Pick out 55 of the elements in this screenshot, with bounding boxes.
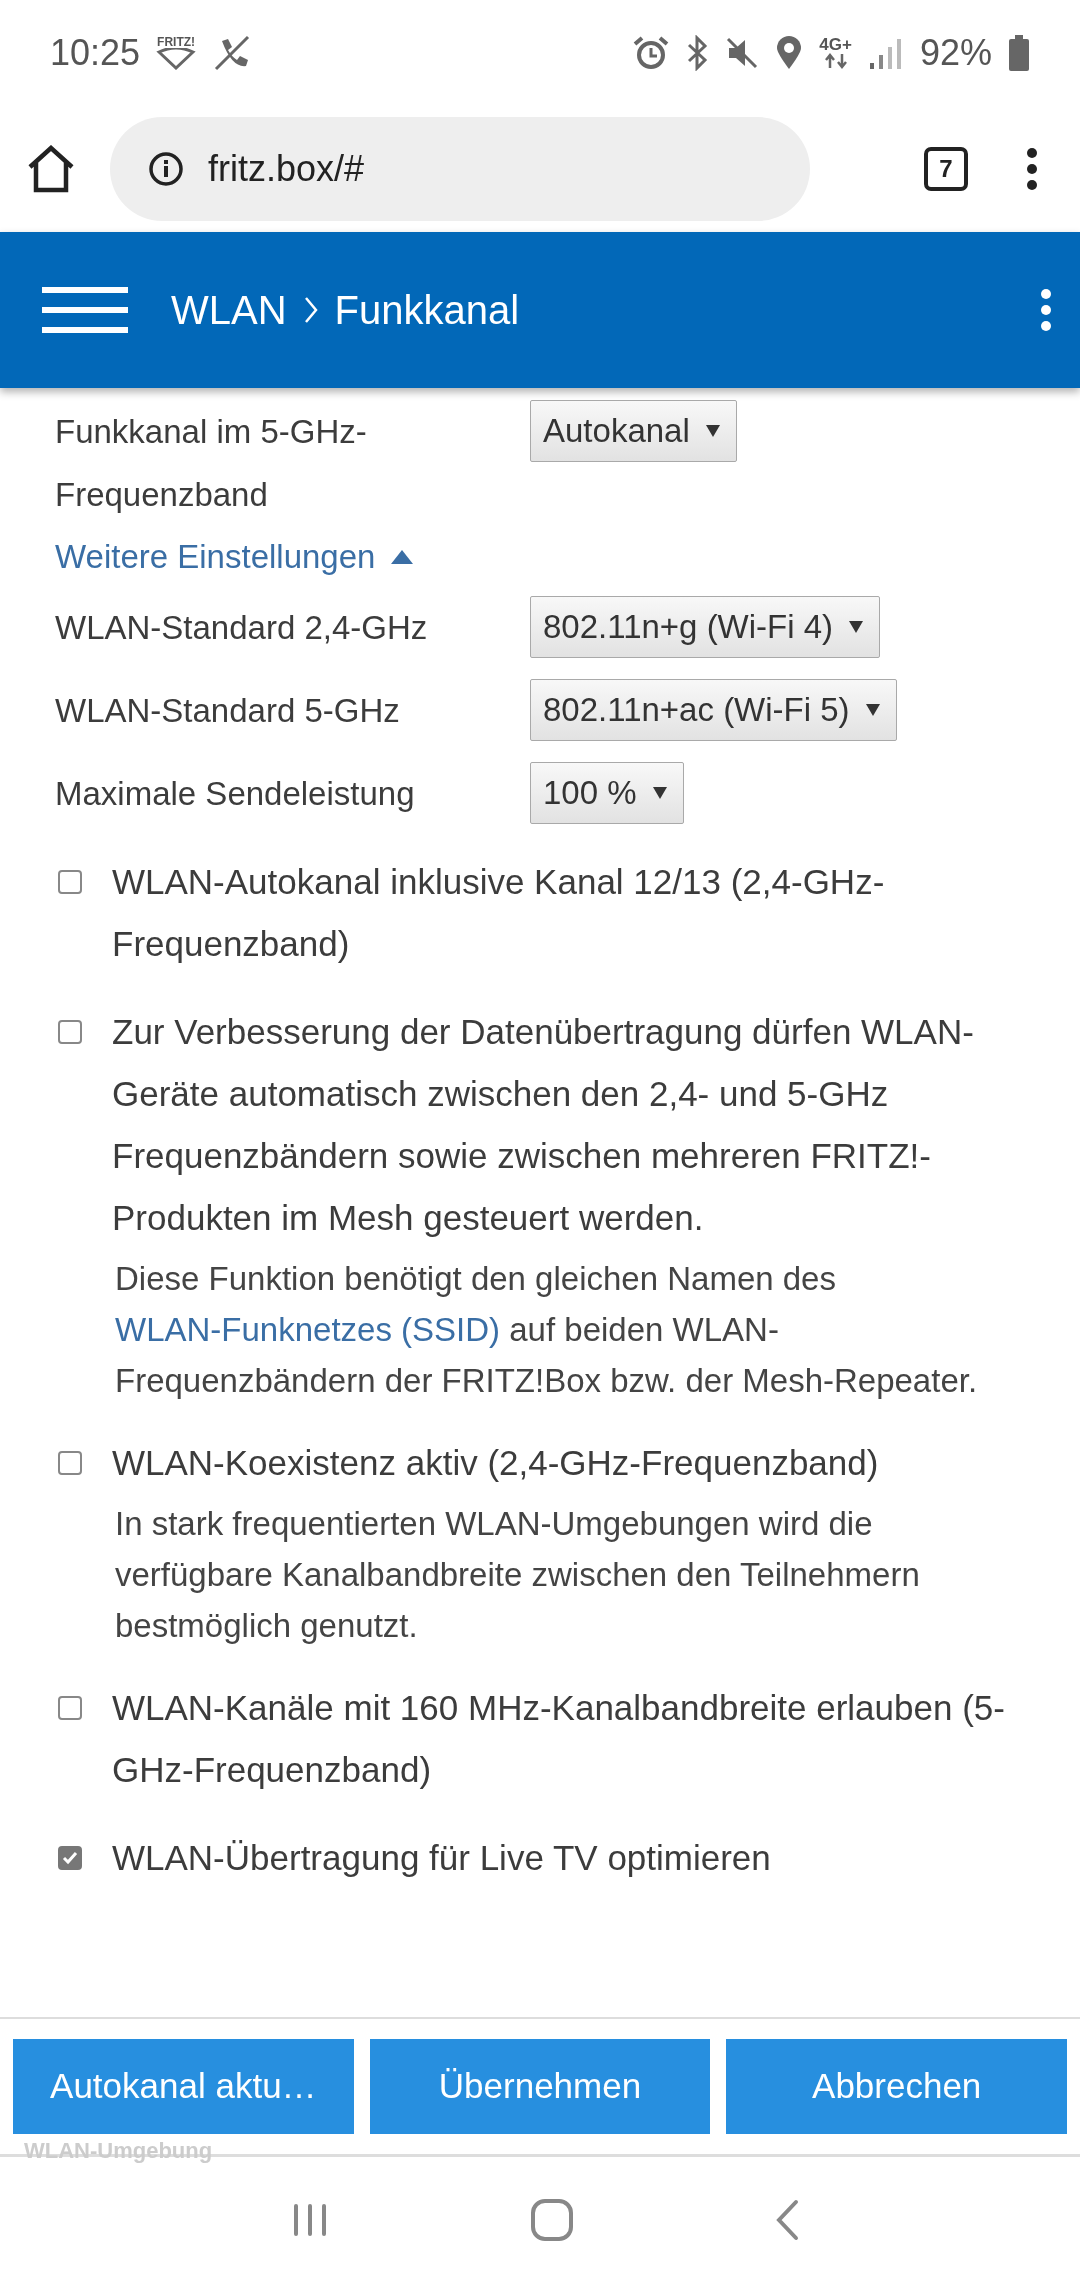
bluetooth-icon <box>685 34 710 71</box>
dropdown-select[interactable]: 802.11n+g (Wi-Fi 4) <box>530 596 881 658</box>
checkbox-label: WLAN-Koexistenz aktiv (2,4-GHz-Frequenzband) <box>112 1442 879 1484</box>
caret-down-icon <box>652 787 667 799</box>
checkbox[interactable] <box>58 1451 82 1475</box>
battery-percent: 92% <box>919 30 992 75</box>
checkmark-icon <box>62 1851 78 1865</box>
checkbox[interactable] <box>58 1696 82 1720</box>
more-options-icon[interactable] <box>1026 146 1038 191</box>
battery-icon <box>1008 34 1030 71</box>
dropdown-value: 802.11n+ac (Wi-Fi 5) <box>543 690 850 731</box>
more-settings-link[interactable]: Weitere Einstellungen <box>55 526 376 588</box>
field-label: WLAN-Standard 5-GHz <box>55 691 401 731</box>
checkbox[interactable] <box>58 870 82 894</box>
home-icon[interactable] <box>26 144 76 193</box>
back-icon[interactable] <box>774 2198 800 2242</box>
option-description: In stark frequentierten WLAN-Umgebungen wird die verfügbare Kanalbandbreite zwischen den Teilnehmern bestmöglich genutzt. <box>115 1504 921 1646</box>
tab-count-button[interactable]: 7 <box>924 146 968 191</box>
checkbox[interactable] <box>58 1020 82 1044</box>
caret-down-icon <box>865 704 880 716</box>
wifi-icon <box>156 47 197 70</box>
signal-icon <box>867 36 904 69</box>
option-description: Diese Funktion benötigt den gleichen Namen des WLAN-Funknetzes (SSID) auf beiden WLAN-Frequenzbändern der FRITZ!Box bzw. der Mesh-Repeater. <box>115 1259 979 1401</box>
home-button-icon[interactable] <box>530 2198 574 2242</box>
dropdown-select[interactable]: Autokanal <box>530 400 737 462</box>
breadcrumb-item: Funkkanal <box>334 287 520 334</box>
dropdown-select[interactable]: 100 % <box>530 762 684 824</box>
wifi-label: FRITZ! <box>157 35 196 48</box>
checkbox-label: WLAN-Kanäle mit 160 MHz-Kanalbandbreite erlauben (5-GHz-Frequenzband) <box>112 1687 1006 1791</box>
field-label: WLAN-Standard 2,4-GHz <box>55 608 429 648</box>
address-bar[interactable]: fritz.box/# <box>110 116 810 221</box>
caret-down-icon <box>705 425 720 437</box>
checkbox-label: WLAN-Autokanal inklusive Kanal 12/13 (2,4-GHz-Frequenzband) <box>112 861 886 965</box>
checkbox-label: Zur Verbesserung der Datenübertragung dürfen WLAN-Geräte automatisch zwischen den 2,4- und 5-GHz Frequenzbändern sowie zwischen mehreren FRITZ!-Produkten im Mesh gesteuert werden. <box>112 1011 975 1239</box>
checkbox[interactable] <box>58 1846 82 1870</box>
checkbox-label: WLAN-Übertragung für Live TV optimieren <box>112 1837 771 1879</box>
alarm-icon <box>633 34 670 71</box>
help-link[interactable]: WLAN-Funknetzes (SSID) <box>115 1311 501 1348</box>
dropdown-select[interactable]: 802.11n+ac (Wi-Fi 5) <box>530 679 897 741</box>
dropdown-value: Autokanal <box>543 411 690 452</box>
clock-time: 10:25 <box>50 30 141 75</box>
network-type: 4G+ <box>819 36 852 53</box>
dropdown-value: 100 % <box>543 773 637 814</box>
chevron-right-icon <box>302 295 319 325</box>
menu-icon[interactable] <box>42 287 128 333</box>
location-icon <box>775 34 804 71</box>
url-text: fritz.box/# <box>208 146 365 191</box>
field-label: Maximale Sendeleistung <box>55 774 416 814</box>
mute-icon <box>725 35 760 70</box>
dropdown-value: 802.11n+g (Wi-Fi 4) <box>543 607 834 648</box>
info-icon <box>148 150 184 187</box>
breadcrumb-item[interactable]: WLAN <box>171 280 287 340</box>
data-arrows-icon <box>823 53 848 69</box>
field-label: Funkkanal im 5-GHz-Frequenzband <box>55 412 368 515</box>
caret-down-icon <box>849 621 864 633</box>
